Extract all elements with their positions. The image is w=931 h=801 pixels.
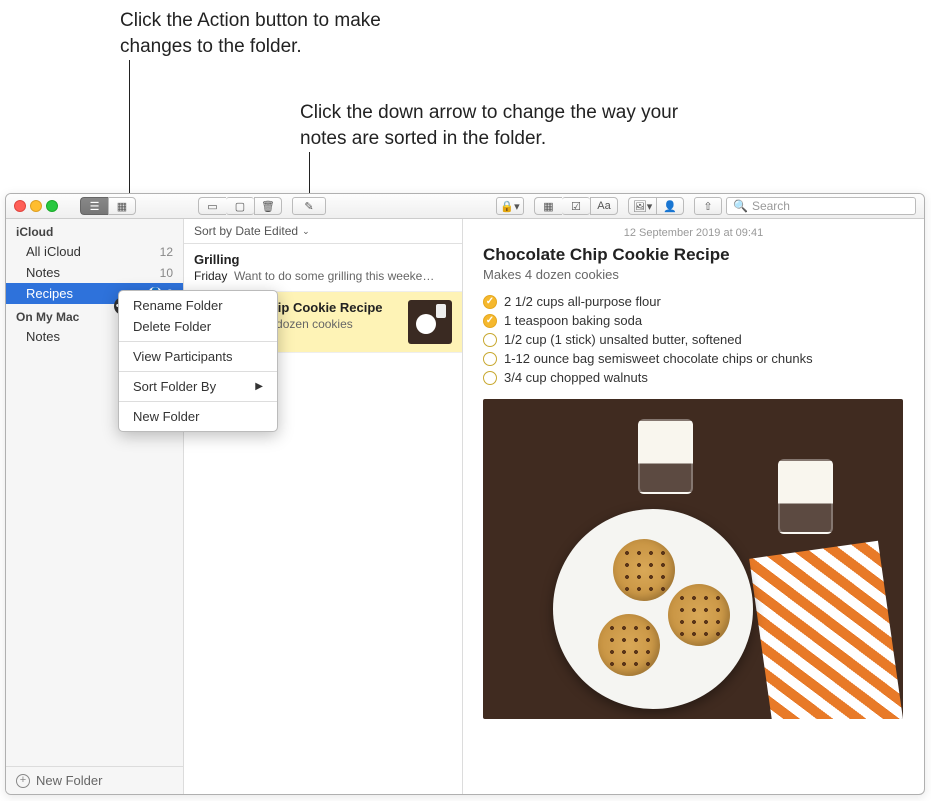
note-thumbnail <box>408 300 452 344</box>
format-button[interactable]: Aa <box>590 197 618 215</box>
sidebar-section-icloud: iCloud <box>6 219 183 241</box>
checklist: 2 1/2 cups all-purpose flour 1 teaspoon … <box>483 292 904 387</box>
view-list-button[interactable]: ☰ <box>80 197 108 215</box>
plus-icon: + <box>16 774 30 788</box>
collaborate-icon: 👤 <box>663 200 677 213</box>
sidebar-item-count: 10 <box>160 266 173 280</box>
attach-icon: ▭ <box>207 200 217 213</box>
table-button[interactable]: ▦ <box>534 197 562 215</box>
checklist-text: 1-12 ounce bag semisweet chocolate chips… <box>504 351 813 366</box>
checkbox-icon[interactable] <box>483 371 497 385</box>
note-detail-subtitle: Makes 4 dozen cookies <box>483 267 904 282</box>
search-icon: 🔍 <box>733 199 748 213</box>
note-date: 12 September 2019 at 09:41 <box>483 227 904 239</box>
menu-rename-folder[interactable]: Rename Folder <box>119 295 277 316</box>
new-folder-label: New Folder <box>36 773 102 788</box>
menu-new-folder[interactable]: New Folder <box>119 406 277 427</box>
attach-button[interactable]: ▭ <box>198 197 226 215</box>
menu-sort-folder-by[interactable]: Sort Folder By ▶ <box>119 376 277 397</box>
sort-label: Sort by Date Edited <box>194 224 298 238</box>
sidebar-item-count: 12 <box>160 245 173 259</box>
folder-context-menu: Rename Folder Delete Folder View Partici… <box>118 290 278 432</box>
share-button[interactable]: ⇧ <box>694 197 722 215</box>
table-icon: ▦ <box>543 200 553 213</box>
checklist-text: 1/2 cup (1 stick) unsalted butter, softe… <box>504 332 742 347</box>
checkbox-icon[interactable] <box>483 352 497 366</box>
menu-delete-folder[interactable]: Delete Folder <box>119 316 277 337</box>
share-icon: ⇧ <box>703 200 712 213</box>
note-item-grilling[interactable]: Grilling Friday Want to do some grilling… <box>184 244 462 292</box>
callout-sort: Click the down arrow to change the way y… <box>300 100 720 151</box>
note-preview: Friday Want to do some grilling this wee… <box>194 269 452 283</box>
grid-icon: ▦ <box>117 200 127 213</box>
maximize-button[interactable] <box>46 200 58 212</box>
media-button[interactable]: 🖼▾ <box>628 197 656 215</box>
checklist-item[interactable]: 1/2 cup (1 stick) unsalted butter, softe… <box>483 330 904 349</box>
new-folder-button[interactable]: + New Folder <box>6 766 183 794</box>
sidebar-item-notes[interactable]: Notes 10 <box>6 262 183 283</box>
trash-button[interactable]: 🗑 <box>254 197 282 215</box>
close-button[interactable] <box>14 200 26 212</box>
folder-button[interactable]: ▢ <box>226 197 254 215</box>
sort-dropdown[interactable]: Sort by Date Edited ⌄ <box>184 219 462 244</box>
titlebar: ☰ ▦ ▭ ▢ 🗑 ✎ 🔒▾ ▦ ☑ Aa 🖼▾ 👤 ⇧ 🔍 S <box>6 194 924 219</box>
menu-view-participants[interactable]: View Participants <box>119 346 277 367</box>
note-image <box>483 399 903 719</box>
menu-separator <box>119 341 277 342</box>
compose-button[interactable]: ✎ <box>292 197 326 215</box>
view-grid-button[interactable]: ▦ <box>108 197 136 215</box>
checklist-item[interactable]: 2 1/2 cups all-purpose flour <box>483 292 904 311</box>
note-title: Grilling <box>194 252 452 267</box>
checklist-item[interactable]: 1 teaspoon baking soda <box>483 311 904 330</box>
checklist-item[interactable]: 3/4 cup chopped walnuts <box>483 368 904 387</box>
minimize-button[interactable] <box>30 200 42 212</box>
sidebar-item-label: All iCloud <box>26 244 160 259</box>
menu-item-label: Sort Folder By <box>133 379 216 394</box>
notes-window: ☰ ▦ ▭ ▢ 🗑 ✎ 🔒▾ ▦ ☑ Aa 🖼▾ 👤 ⇧ 🔍 S <box>5 193 925 795</box>
note-detail: 12 September 2019 at 09:41 Chocolate Chi… <box>463 219 924 794</box>
checkbox-icon[interactable] <box>483 314 497 328</box>
sidebar-item-label: Notes <box>26 265 160 280</box>
checklist-button[interactable]: ☑ <box>562 197 590 215</box>
checkbox-icon[interactable] <box>483 295 497 309</box>
menu-item-label: View Participants <box>133 349 232 364</box>
collaborate-button[interactable]: 👤 <box>656 197 684 215</box>
submenu-arrow-icon: ▶ <box>255 381 263 392</box>
note-detail-title: Chocolate Chip Cookie Recipe <box>483 245 904 265</box>
menu-separator <box>119 371 277 372</box>
format-icon: Aa <box>597 200 610 212</box>
checklist-icon: ☑ <box>571 200 581 213</box>
lock-icon: 🔒▾ <box>500 200 519 213</box>
menu-item-label: Delete Folder <box>133 319 211 334</box>
menu-item-label: New Folder <box>133 409 199 424</box>
checklist-text: 3/4 cup chopped walnuts <box>504 370 648 385</box>
checklist-text: 1 teaspoon baking soda <box>504 313 642 328</box>
checkbox-icon[interactable] <box>483 333 497 347</box>
list-icon: ☰ <box>90 200 100 213</box>
chevron-down-icon: ⌄ <box>302 226 310 237</box>
media-icon: 🖼▾ <box>633 200 653 213</box>
folder-icon: ▢ <box>235 200 245 213</box>
checklist-text: 2 1/2 cups all-purpose flour <box>504 294 661 309</box>
menu-item-label: Rename Folder <box>133 298 223 313</box>
checklist-item[interactable]: 1-12 ounce bag semisweet chocolate chips… <box>483 349 904 368</box>
lock-button[interactable]: 🔒▾ <box>496 197 524 215</box>
search-placeholder: Search <box>752 199 790 213</box>
trash-icon: 🗑 <box>261 200 275 213</box>
callout-action: Click the Action button to make changes … <box>120 8 450 59</box>
search-input[interactable]: 🔍 Search <box>726 197 916 215</box>
sidebar-item-all-icloud[interactable]: All iCloud 12 <box>6 241 183 262</box>
menu-separator <box>119 401 277 402</box>
compose-icon: ✎ <box>304 200 313 213</box>
